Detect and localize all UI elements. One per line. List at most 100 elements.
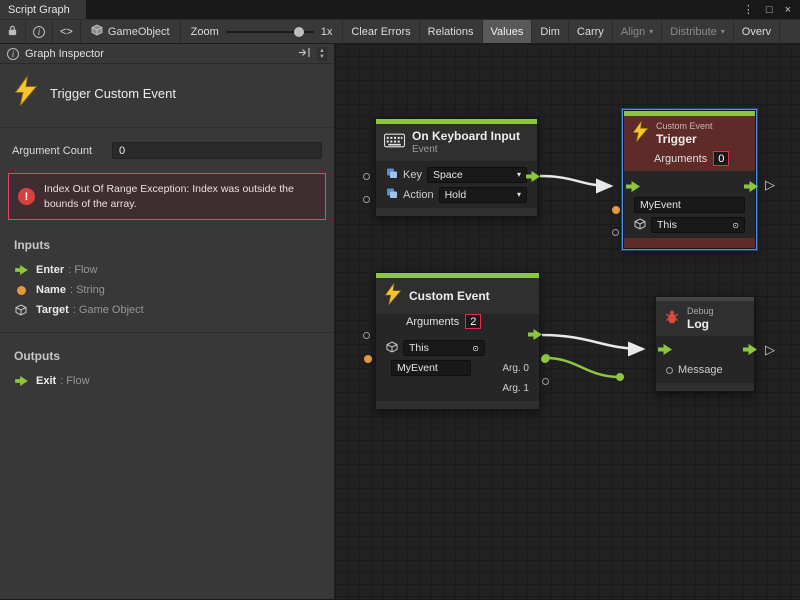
values-button[interactable]: Values xyxy=(483,20,533,43)
key-dropdown[interactable]: Space ▾ xyxy=(427,167,527,183)
carry-button[interactable]: Carry xyxy=(569,20,613,43)
gameobject-selector[interactable]: GameObject xyxy=(81,20,181,43)
arguments-count-badge[interactable]: 2 xyxy=(465,314,481,329)
error-text: Index Out Of Range Exception: Index was … xyxy=(44,182,316,211)
clear-errors-button[interactable]: Clear Errors xyxy=(343,20,419,43)
lightning-icon xyxy=(384,283,402,310)
flow-port-icon xyxy=(14,265,28,275)
node-custom-event[interactable]: Custom Event Arguments 2 This ⊙ xyxy=(375,272,540,410)
window-menu-icon[interactable]: ⋮ xyxy=(743,3,754,16)
zoom-value: 1x xyxy=(321,26,333,38)
key-input-port[interactable] xyxy=(363,173,370,180)
arg0-label: Arg. 0 xyxy=(502,363,529,374)
zoom-slider[interactable] xyxy=(226,31,314,33)
action-dropdown[interactable]: Hold ▾ xyxy=(439,187,527,203)
zoom-slider-knob[interactable] xyxy=(294,27,304,37)
relations-button[interactable]: Relations xyxy=(420,20,483,43)
flow-output-port[interactable] xyxy=(743,344,757,355)
outputs-section-header: Outputs xyxy=(0,333,334,371)
keycode-icon xyxy=(386,167,398,182)
panel-scroll-controls[interactable]: ▲ ▼ xyxy=(317,47,327,61)
node-header[interactable]: On Keyboard Input Event xyxy=(376,124,537,161)
scroll-down-icon[interactable]: ▼ xyxy=(319,54,325,60)
gameobject-icon xyxy=(91,24,103,39)
node-title: Log xyxy=(687,317,714,332)
arguments-count-badge[interactable]: 0 xyxy=(713,151,729,166)
dock-right-icon[interactable] xyxy=(298,47,311,61)
keyboard-icon xyxy=(384,133,405,153)
dim-button[interactable]: Dim xyxy=(532,20,569,43)
graph-inspector-header: i Graph Inspector ▲ ▼ xyxy=(0,44,334,64)
node-debug-log[interactable]: Debug Log Message xyxy=(655,296,755,392)
chevron-down-icon: ▾ xyxy=(721,27,725,36)
info-icon: i xyxy=(33,26,45,38)
action-input-port[interactable] xyxy=(363,196,370,203)
node-title: Custom Event xyxy=(409,289,490,304)
target-row: This ⊙ xyxy=(624,215,755,235)
output-pin-exit: Exit: Flow xyxy=(0,371,334,391)
flow-input-port[interactable] xyxy=(626,181,640,192)
chevron-down-icon: ▾ xyxy=(517,190,521,199)
code-view-button[interactable]: <> xyxy=(53,20,81,43)
tabbar-spacer xyxy=(86,0,734,19)
gameobject-label: GameObject xyxy=(108,26,170,38)
node-header[interactable]: Debug Log xyxy=(656,301,754,336)
main-area: i Graph Inspector ▲ ▼ Trigger Custom Eve… xyxy=(0,44,800,599)
key-row: Key Space ▾ xyxy=(376,165,537,185)
key-label: Key xyxy=(403,169,422,181)
message-input-port[interactable] xyxy=(666,367,673,374)
gameobject-port-icon xyxy=(634,218,646,233)
argument-count-label: Argument Count xyxy=(12,145,104,157)
input-pin-enter: Enter: Flow xyxy=(0,260,334,280)
event-name-field[interactable]: MyEvent xyxy=(634,197,745,213)
string-port-icon xyxy=(14,286,28,295)
maximize-icon[interactable]: □ xyxy=(766,4,773,16)
lock-button[interactable] xyxy=(0,20,26,43)
event-name-row: MyEvent xyxy=(624,195,755,215)
trigger-output-port[interactable] xyxy=(526,171,540,182)
arg0-output-port[interactable] xyxy=(541,355,549,363)
node-on-keyboard-input[interactable]: On Keyboard Input Event Key Space ▾ xyxy=(375,118,538,217)
name-input-port[interactable] xyxy=(612,206,620,214)
flow-output-port[interactable] xyxy=(528,329,542,340)
gameobject-port-icon xyxy=(14,304,28,316)
target-input-port[interactable] xyxy=(612,229,619,236)
graph-inspector-title: Graph Inspector xyxy=(25,48,104,60)
keycode-icon xyxy=(386,187,398,202)
target-field[interactable]: This ⊙ xyxy=(403,340,485,356)
overview-button[interactable]: Overv xyxy=(734,20,780,43)
flow-output-port[interactable] xyxy=(744,181,758,192)
target-picker-icon[interactable]: ⊙ xyxy=(732,221,739,230)
inspect-button[interactable]: i xyxy=(26,20,53,43)
flow-input-port[interactable] xyxy=(658,344,672,355)
window-controls: ⋮ □ × xyxy=(734,0,800,19)
target-field[interactable]: This ⊙ xyxy=(651,217,745,233)
arguments-row: Arguments 2 xyxy=(376,314,539,334)
node-trigger-custom-event[interactable]: Custom Event Trigger Arguments 0 MyEvent xyxy=(623,110,756,249)
unit-title-block: Trigger Custom Event xyxy=(0,64,334,128)
target-input-port[interactable] xyxy=(363,332,370,339)
zoom-label: Zoom xyxy=(191,26,219,38)
arg1-row: Arg. 1 xyxy=(376,378,539,398)
arguments-row: Arguments 0 xyxy=(624,151,755,171)
event-name-field[interactable]: MyEvent xyxy=(391,360,471,376)
close-icon[interactable]: × xyxy=(785,4,791,16)
node-header[interactable]: Custom Event Trigger xyxy=(624,116,755,151)
arg1-label: Arg. 1 xyxy=(502,383,529,394)
graph-canvas[interactable]: On Keyboard Input Event Key Space ▾ xyxy=(335,44,800,599)
node-header[interactable]: Custom Event xyxy=(376,278,539,314)
tab-script-graph[interactable]: Script Graph xyxy=(0,0,86,19)
flow-row xyxy=(624,175,755,195)
target-picker-icon[interactable]: ⊙ xyxy=(472,344,479,353)
flow-port-icon xyxy=(14,376,28,386)
arg1-output-port[interactable] xyxy=(542,378,549,385)
name-input-port[interactable] xyxy=(364,355,372,363)
lock-icon xyxy=(7,25,18,39)
node-supertitle: Custom Event xyxy=(656,121,713,132)
argument-count-input[interactable]: 0 xyxy=(112,142,322,159)
arguments-label: Arguments xyxy=(406,316,459,328)
align-button[interactable]: Align ▾ xyxy=(613,20,662,43)
distribute-button[interactable]: Distribute ▾ xyxy=(662,20,733,43)
lightning-icon xyxy=(632,121,649,147)
flow-continue-icon: ▷ xyxy=(765,342,775,358)
